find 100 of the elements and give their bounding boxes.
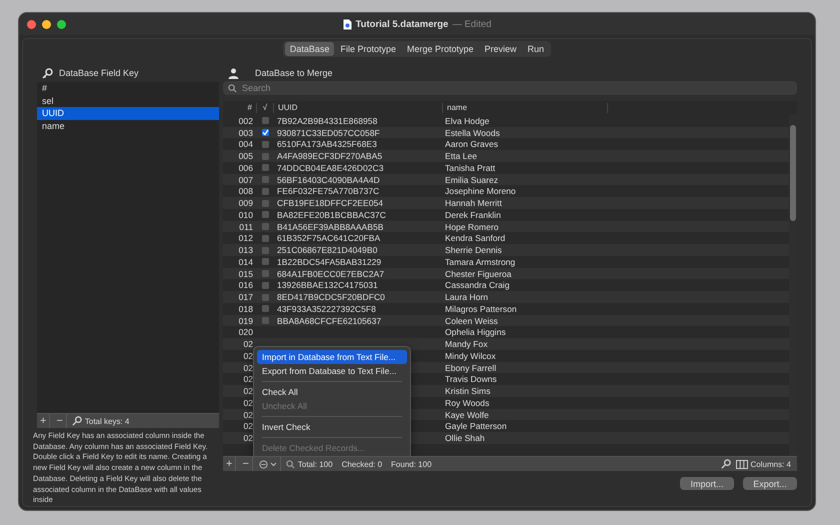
remove-button[interactable]: − [53, 414, 67, 428]
key-icon [72, 416, 82, 426]
table-cell: 1B22BDC54FA5BAB31229 [277, 256, 382, 267]
table-cell: Derek Franklin [445, 210, 501, 220]
column-header[interactable]: name [443, 102, 608, 113]
checkbox[interactable] [262, 211, 268, 218]
row-number: 019 [238, 316, 253, 326]
window-title: Tutorial 5.datamerge [356, 18, 448, 30]
table-cell: Gayle Patterson [445, 421, 507, 432]
zoom-button[interactable] [57, 20, 66, 28]
add-button[interactable]: + [37, 414, 50, 428]
search-icon [286, 460, 295, 468]
row-number: 005 [238, 151, 253, 162]
export-button[interactable]: Export... [743, 477, 797, 490]
row-number: 013 [238, 245, 253, 256]
checkbox[interactable] [262, 223, 268, 230]
row-number: 02 [243, 433, 253, 444]
table-cell: Tamara Armstrong [445, 256, 516, 267]
checkbox[interactable] [262, 234, 268, 242]
row-number: 003 [238, 128, 253, 138]
row-number: 02 [243, 386, 253, 396]
search-input[interactable]: Search [242, 83, 792, 93]
checkbox[interactable] [262, 140, 268, 148]
table-cell: Travis Downs [445, 374, 497, 384]
table-cell: FE6F032FE75A770B737C [277, 186, 380, 196]
table-cell: B41A56EF39ABB8AAAB5B [277, 222, 384, 232]
checkbox[interactable] [262, 129, 268, 136]
remove-button[interactable]: − [239, 457, 253, 471]
import-button[interactable]: Import... [680, 477, 734, 490]
row-number: 010 [238, 210, 253, 220]
scrollbar-thumb[interactable] [790, 124, 796, 221]
table-cell: BA82EFE20B1BCBBAC37C [277, 210, 386, 220]
row-number: 02 [243, 410, 253, 420]
table-cell: Tanisha Pratt [445, 162, 496, 173]
table-cell: Josephine Moreno [445, 186, 516, 196]
minus-circle-icon [258, 460, 268, 468]
tab[interactable]: Merge Prototype [402, 42, 479, 56]
checkbox[interactable] [262, 200, 268, 207]
row-number: 012 [238, 233, 253, 244]
tab[interactable]: Run [522, 42, 550, 56]
field-key-item[interactable]: name [37, 120, 219, 132]
key-icon [720, 459, 731, 469]
field-key-item[interactable]: # [37, 82, 219, 94]
table-cell: Hannah Merritt [445, 198, 502, 208]
close-button[interactable] [27, 20, 36, 28]
menu-item[interactable]: Export from Database to Text File... [257, 364, 407, 378]
row-number: 009 [238, 198, 253, 208]
column-header[interactable]: √ [257, 102, 274, 113]
minimize-button[interactable] [42, 20, 51, 28]
menu-item[interactable]: Import in Database from Text File... [257, 350, 407, 364]
table-cell: Emilia Suarez [445, 174, 498, 185]
tab[interactable]: Preview [480, 42, 522, 56]
checkbox[interactable] [262, 188, 268, 195]
table-cell: Laura Horn [445, 292, 488, 302]
column-header[interactable]: # [223, 102, 257, 113]
checkbox[interactable] [262, 152, 268, 160]
checkbox[interactable] [262, 246, 268, 254]
row-number: 017 [238, 292, 253, 302]
table-cell: Aaron Graves [445, 139, 498, 150]
key-icon [42, 68, 53, 78]
checkbox[interactable] [262, 164, 268, 172]
menu-item[interactable]: Invert Check [257, 420, 407, 434]
total-keys: Total keys: 4 [84, 416, 130, 426]
document-icon [342, 18, 352, 30]
table-cell: 13926BBAE132C4175031 [277, 280, 378, 290]
checkbox[interactable] [262, 317, 268, 324]
panel-title: DataBase to Merge [255, 68, 333, 78]
checkbox[interactable] [262, 270, 268, 278]
column-header[interactable]: UUID [274, 102, 443, 113]
table-cell: Hope Romero [445, 222, 498, 232]
field-key-item[interactable]: sel [37, 94, 219, 107]
found-count: Found: 100 [391, 460, 432, 468]
table-cell: Roy Woods [445, 398, 490, 408]
search-field[interactable]: Search [223, 81, 797, 95]
checkbox[interactable] [262, 258, 268, 266]
row-number: 020 [238, 327, 253, 338]
menu-item[interactable]: Check All [257, 384, 407, 399]
columns-count: Columns: 4 [750, 460, 791, 468]
table-cell: BBA8A68CFCFE62105637 [277, 316, 382, 326]
row-number: 002 [238, 116, 253, 126]
table-cell: Mandy Fox [445, 339, 488, 350]
table-cell: Elva Hodge [445, 116, 490, 126]
checkbox[interactable] [262, 305, 268, 312]
table-cell: 43F933A352227392C5F8 [277, 304, 376, 314]
tab[interactable]: File Prototype [335, 42, 401, 56]
table-cell: 930871C33ED057CC058F [277, 128, 380, 138]
tab[interactable]: DataBase [284, 42, 334, 56]
row-number: 014 [238, 256, 253, 267]
checkbox[interactable] [262, 282, 268, 289]
add-button[interactable]: + [223, 457, 236, 471]
checkbox[interactable] [262, 117, 268, 124]
checkbox[interactable] [262, 294, 268, 301]
row-number: 008 [238, 186, 253, 196]
table-cell: Kendra Sanford [445, 233, 506, 244]
checkbox[interactable] [262, 176, 268, 184]
field-key-item[interactable]: UUID [37, 107, 219, 120]
table-cell: Sherrie Dennis [445, 245, 502, 256]
caret-icon [270, 462, 277, 466]
table-cell: Chester Figueroa [445, 268, 512, 279]
table-cell: Kaye Wolfe [445, 410, 489, 420]
